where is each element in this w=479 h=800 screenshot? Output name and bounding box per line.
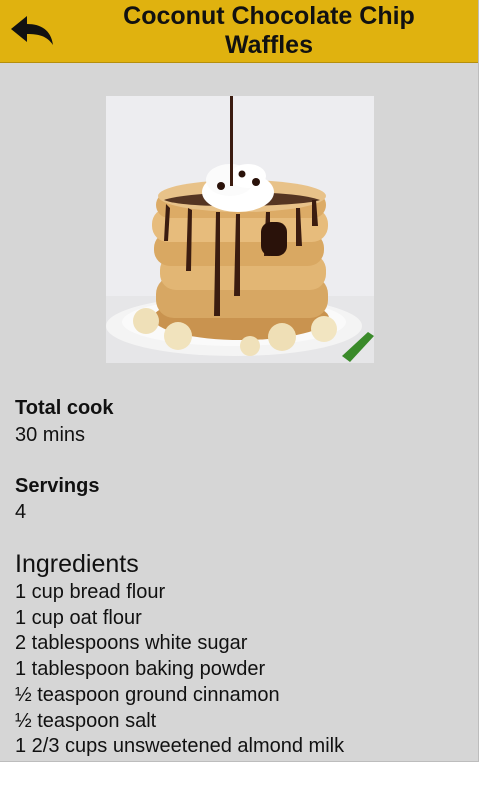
- total-cook-value: 30 mins: [15, 424, 86, 446]
- title-line-1: Coconut Chocolate Chip: [123, 2, 415, 30]
- ingredient-item: 2 tablespoons white sugar: [15, 632, 248, 655]
- servings-value: 4: [15, 501, 27, 523]
- recipe-screen: Coconut Chocolate Chip Waffles Total coo…: [0, 0, 479, 762]
- total-cook-label: Total cook: [15, 397, 114, 419]
- ingredient-item: 1 tablespoon baking powder: [15, 658, 266, 681]
- page-title: Coconut Chocolate Chip Waffles: [70, 2, 468, 60]
- ingredient-item: 1 2/3 cups unsweetened almond milk: [15, 735, 345, 758]
- ingredients-heading: Ingredients: [15, 550, 139, 578]
- back-button[interactable]: [8, 12, 56, 50]
- app-header: Coconut Chocolate Chip Waffles: [0, 0, 478, 63]
- recipe-image: [106, 96, 374, 363]
- servings-label: Servings: [15, 475, 100, 497]
- ingredient-item: ½ teaspoon ground cinnamon: [15, 683, 280, 706]
- ingredient-item: 1 cup bread flour: [15, 581, 166, 603]
- ingredient-item: 1 cup oat flour: [15, 606, 142, 629]
- back-arrow-icon: [11, 16, 53, 45]
- title-line-2: Waffles: [225, 31, 313, 59]
- ingredients-list: 1 cup bread flour 1 cup oat flour 2 tabl…: [15, 580, 344, 760]
- ingredient-item: ½ teaspoon salt: [15, 709, 157, 732]
